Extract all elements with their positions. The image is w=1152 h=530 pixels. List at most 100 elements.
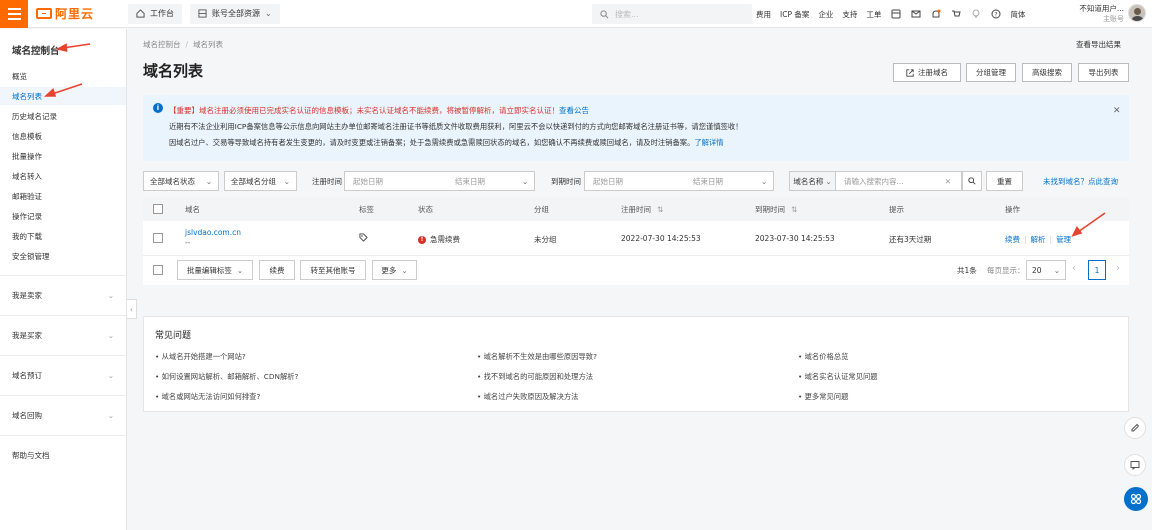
nav-support[interactable]: 支持 xyxy=(842,9,857,20)
sidebar-item-overview[interactable]: 概览 xyxy=(12,71,27,82)
sidebar-collapse-handle[interactable]: ‹ xyxy=(127,299,137,319)
footer-select-all-checkbox[interactable] xyxy=(153,265,163,275)
breadcrumb-console[interactable]: 域名控制台 xyxy=(143,40,181,49)
resource-scope-select[interactable]: 账号全部资源 ⌄ xyxy=(190,3,280,24)
domain-search-box[interactable]: 域名名称 ⌄ 请输入搜索内容... ✕ xyxy=(789,171,962,191)
cart-icon[interactable] xyxy=(950,9,961,20)
logo[interactable]: 阿里云 xyxy=(36,5,94,22)
col-reg-time[interactable]: 注册时间 ⇅ xyxy=(621,204,663,215)
sidebar-group-buyer[interactable]: 我是买家 ⌄ xyxy=(0,315,126,355)
sidebar-item-downloads[interactable]: 我的下载 xyxy=(12,231,42,242)
notice-important-link[interactable]: 查看公告 xyxy=(559,106,589,115)
sidebar-item-templates[interactable]: 信息模板 xyxy=(12,131,42,142)
nav-fees[interactable]: 费用 xyxy=(756,9,771,20)
prev-page-icon[interactable]: ‹ xyxy=(1072,263,1076,274)
message-icon[interactable] xyxy=(910,9,921,20)
transfer-account-button[interactable]: 转至其他账号 xyxy=(300,260,366,280)
faq-link-8[interactable]: 域名过户失败原因及解决方法 xyxy=(484,392,579,401)
sidebar-help[interactable]: 帮助与文档 xyxy=(0,435,126,475)
sidebar-group-buyback[interactable]: 域名回购 ⌄ xyxy=(0,395,126,435)
page-1-button[interactable]: 1 xyxy=(1088,260,1106,280)
faq-link-6[interactable]: 域名实名认证常见问题 xyxy=(805,372,878,381)
clear-icon[interactable]: ✕ xyxy=(945,177,951,186)
group-manage-button[interactable]: 分组管理 xyxy=(966,63,1016,82)
advanced-search-button[interactable]: 高级搜索 xyxy=(1022,63,1072,82)
sidebar-item-operation-log[interactable]: 操作记录 xyxy=(12,211,42,222)
row-checkbox[interactable] xyxy=(153,233,163,243)
sidebar-group-seller[interactable]: 我是卖家 ⌄ xyxy=(0,275,126,315)
more-select[interactable]: 更多 ⌄ xyxy=(372,260,417,280)
group-filter-select[interactable]: 全部域名分组 ⌄ xyxy=(224,171,297,191)
faq-link-1[interactable]: 从域名开始搭建一个网站? xyxy=(162,352,246,361)
sidebar-item-batch[interactable]: 批量操作 xyxy=(12,151,42,162)
register-domain-button[interactable]: 注册域名 xyxy=(893,63,961,82)
avatar[interactable] xyxy=(1128,4,1146,22)
faq-panel: 常见问题 • 从域名开始搭建一个网站? • 域名解析不生效是由哪些原因导致? •… xyxy=(143,316,1129,412)
edit-feedback-icon[interactable] xyxy=(1124,417,1146,439)
renew-action[interactable]: 续费 xyxy=(1005,235,1020,244)
domain-not-found-link[interactable]: 未找到域名？点此查询 xyxy=(1043,176,1118,187)
faq-link-7[interactable]: 域名或网站无法访问如何排查? xyxy=(162,392,261,401)
bell-icon[interactable] xyxy=(930,9,941,20)
faq-link-2[interactable]: 域名解析不生效是由哪些原因导致? xyxy=(484,352,597,361)
status-badge: ! 急需续费 xyxy=(418,234,460,245)
close-icon[interactable]: ✕ xyxy=(1113,106,1121,116)
sidebar-item-security-lock[interactable]: 安全锁管理 xyxy=(12,251,50,262)
reg-time-label: 注册时间 xyxy=(312,177,342,186)
exp-start-date[interactable]: 起始日期 xyxy=(593,176,623,187)
more-label: 更多 xyxy=(381,265,397,275)
resource-scope-label: 账号全部资源 xyxy=(212,9,261,18)
lightbulb-icon[interactable] xyxy=(970,9,981,20)
notice-learn-more-link[interactable]: 了解详情 xyxy=(694,138,723,147)
domain-search-button[interactable] xyxy=(962,171,982,191)
top-bar: 阿里云 工作台 账号全部资源 ⌄ 搜索... 费用 ICP 备案 企业 支持 工… xyxy=(0,0,1152,28)
workbench-button[interactable]: 工作台 xyxy=(128,3,183,24)
domain-sub: -- xyxy=(185,238,191,247)
chat-icon[interactable] xyxy=(1124,454,1146,476)
sidebar-group-preorder[interactable]: 域名预订 ⌄ xyxy=(0,355,126,395)
search-field-select[interactable]: 域名名称 ⌄ xyxy=(790,172,836,190)
export-list-button[interactable]: 导出列表 xyxy=(1078,63,1129,82)
sidebar-item-domain-list[interactable]: 域名列表 xyxy=(12,91,42,102)
user-menu[interactable]: 不知道用户... 主账号 xyxy=(1072,3,1124,25)
select-all-checkbox[interactable] xyxy=(153,204,163,214)
nav-icp[interactable]: ICP 备案 xyxy=(780,9,809,20)
sidebar-item-history[interactable]: 历史域名记录 xyxy=(12,111,57,122)
domain-search-input[interactable]: 请输入搜索内容... xyxy=(844,176,945,187)
faq-link-5[interactable]: 找不到域名的可能原因和处理方法 xyxy=(484,372,593,381)
nav-enterprise[interactable]: 企业 xyxy=(818,9,833,20)
reg-start-date[interactable]: 起始日期 xyxy=(353,176,383,187)
batch-edit-tags-select[interactable]: 批量编辑标签 ⌄ xyxy=(177,260,253,280)
table-header: 域名 标签 状态 分组 注册时间 ⇅ 到期时间 ⇅ 提示 操作 xyxy=(143,197,1129,221)
search-field-value: 域名名称 xyxy=(793,176,824,186)
faq-link-4[interactable]: 如何设置网站解析、邮箱解析、CDN解析? xyxy=(162,372,299,381)
col-exp-time[interactable]: 到期时间 ⇅ xyxy=(755,204,797,215)
app-grid-icon[interactable] xyxy=(1124,487,1148,511)
resolve-action[interactable]: 解析 xyxy=(1031,235,1046,244)
nav-ticket[interactable]: 工单 xyxy=(866,9,881,20)
sidebar-item-email-verify[interactable]: 邮箱验证 xyxy=(12,191,42,202)
domain-link[interactable]: jslvdao.com.cn xyxy=(185,228,241,237)
next-page-icon[interactable]: › xyxy=(1116,263,1120,274)
page-size-select[interactable]: 20 ⌄ xyxy=(1026,260,1066,280)
terminal-icon[interactable] xyxy=(890,9,901,20)
faq-link-9[interactable]: 更多常见问题 xyxy=(805,392,849,401)
sidebar-item-transfer-in[interactable]: 域名转入 xyxy=(12,171,42,182)
exp-end-date[interactable]: 结束日期 xyxy=(693,176,723,187)
exp-date-range[interactable]: 起始日期 结束日期 ⌄ xyxy=(584,171,774,191)
global-search-input[interactable]: 搜索... xyxy=(592,4,752,24)
chevron-down-icon: ⌄ xyxy=(236,265,244,275)
reset-button[interactable]: 重置 xyxy=(986,171,1023,191)
batch-renew-button[interactable]: 续费 xyxy=(259,260,295,280)
faq-link-3[interactable]: 域名价格总览 xyxy=(805,352,849,361)
col-reg-time-label: 注册时间 xyxy=(621,205,651,214)
view-export-results-link[interactable]: 查看导出结果 xyxy=(1076,39,1121,50)
reg-end-date[interactable]: 结束日期 xyxy=(455,176,485,187)
menu-icon[interactable] xyxy=(0,0,28,28)
status-filter-select[interactable]: 全部域名状态 ⌄ xyxy=(143,171,219,191)
language-switch[interactable]: 简体 xyxy=(1010,9,1025,20)
help-icon[interactable]: ? xyxy=(990,9,1001,20)
reg-date-range[interactable]: 起始日期 结束日期 ⌄ xyxy=(344,171,535,191)
tag-icon[interactable] xyxy=(359,233,368,244)
manage-action[interactable]: 管理 xyxy=(1056,235,1071,244)
